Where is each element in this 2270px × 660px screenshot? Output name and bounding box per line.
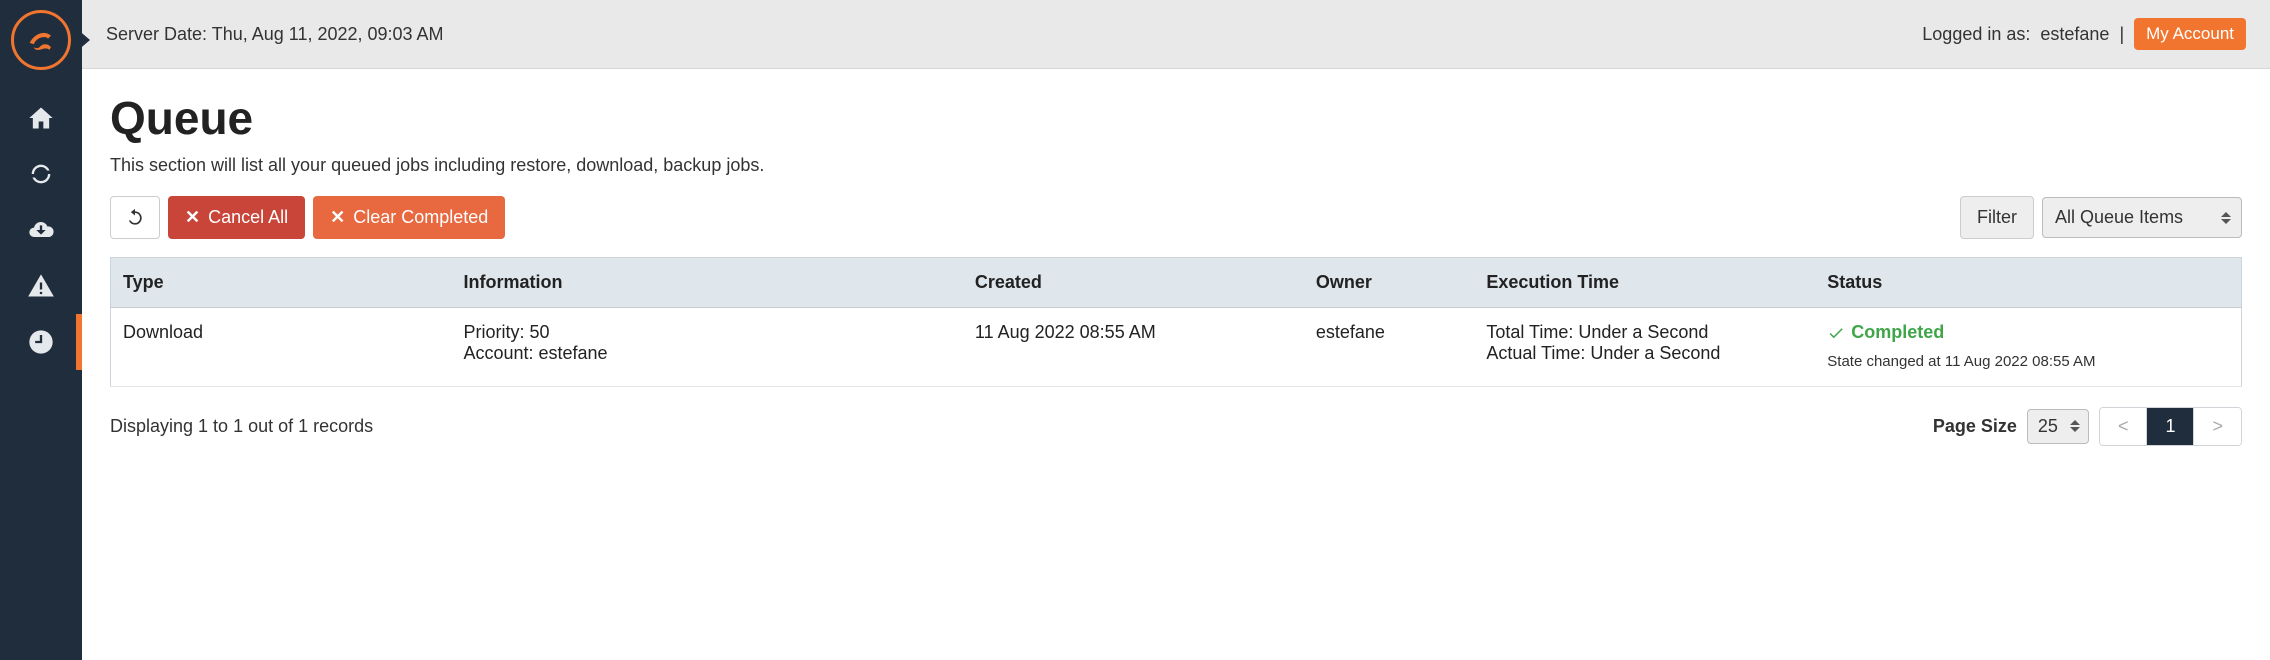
sidebar xyxy=(0,0,82,660)
alert-icon xyxy=(27,272,55,300)
server-date: Server Date: Thu, Aug 11, 2022, 09:03 AM xyxy=(106,24,444,45)
clear-completed-label: Clear Completed xyxy=(353,207,488,228)
topbar-right: Logged in as: estefane | My Account xyxy=(1922,18,2246,50)
records-summary: Displaying 1 to 1 out of 1 records xyxy=(110,416,373,437)
topbar: Server Date: Thu, Aug 11, 2022, 09:03 AM… xyxy=(82,0,2270,69)
sidebar-nav xyxy=(0,90,82,370)
home-icon xyxy=(27,104,55,132)
main: Server Date: Thu, Aug 11, 2022, 09:03 AM… xyxy=(82,0,2270,660)
cell-created: 11 Aug 2022 08:55 AM xyxy=(963,308,1304,387)
check-icon xyxy=(1827,324,1845,342)
app-logo[interactable] xyxy=(11,10,71,70)
logged-in-label: Logged in as: xyxy=(1922,24,2030,45)
footer: Displaying 1 to 1 out of 1 records Page … xyxy=(110,407,2242,446)
logo-pointer xyxy=(76,28,90,52)
cancel-all-label: Cancel All xyxy=(208,207,288,228)
reload-icon xyxy=(125,208,145,228)
pager: < 1 > xyxy=(2099,407,2242,446)
col-created: Created xyxy=(963,258,1304,308)
sidebar-item-queue[interactable] xyxy=(0,314,82,370)
toolbar-left: ✕ Cancel All ✕ Clear Completed xyxy=(110,196,505,239)
badger-icon xyxy=(24,23,58,57)
separator: | xyxy=(2119,24,2124,45)
exec-actual: Actual Time: Under a Second xyxy=(1486,343,1803,364)
sidebar-item-download[interactable] xyxy=(0,202,82,258)
page-size-label: Page Size xyxy=(1933,416,2017,437)
page-size-value: 25 xyxy=(2038,416,2058,436)
table-header-row: Type Information Created Owner Execution… xyxy=(111,258,2242,308)
status-label: Completed xyxy=(1851,322,1944,343)
exec-total: Total Time: Under a Second xyxy=(1486,322,1803,343)
sidebar-item-sync[interactable] xyxy=(0,146,82,202)
cell-owner: estefane xyxy=(1304,308,1474,387)
cell-type: Download xyxy=(111,308,452,387)
sidebar-item-home[interactable] xyxy=(0,90,82,146)
chevron-updown-icon xyxy=(2221,212,2231,224)
col-type: Type xyxy=(111,258,452,308)
filter-select-value: All Queue Items xyxy=(2055,207,2183,227)
page-subtitle: This section will list all your queued j… xyxy=(110,155,2242,176)
filter-select[interactable]: All Queue Items xyxy=(2042,197,2242,238)
refresh-icon xyxy=(27,160,55,188)
my-account-button[interactable]: My Account xyxy=(2134,18,2246,50)
page-size-select[interactable]: 25 xyxy=(2027,409,2089,444)
pager-prev[interactable]: < xyxy=(2100,408,2148,445)
status-sub: State changed at 11 Aug 2022 08:55 AM xyxy=(1827,351,2229,372)
refresh-button[interactable] xyxy=(110,196,160,239)
table-row: Download Priority: 50 Account: estefane … xyxy=(111,308,2242,387)
cell-status: Completed State changed at 11 Aug 2022 0… xyxy=(1815,308,2241,387)
col-information: Information xyxy=(451,258,962,308)
chevron-updown-icon xyxy=(2070,420,2080,432)
cell-execution: Total Time: Under a Second Actual Time: … xyxy=(1474,308,1815,387)
pager-current[interactable]: 1 xyxy=(2147,408,2194,445)
cancel-all-button[interactable]: ✕ Cancel All xyxy=(168,196,305,239)
info-priority: Priority: 50 xyxy=(463,322,950,343)
clock-icon xyxy=(27,328,55,356)
col-owner: Owner xyxy=(1304,258,1474,308)
col-execution-time: Execution Time xyxy=(1474,258,1815,308)
content: Queue This section will list all your qu… xyxy=(82,69,2270,468)
pager-next[interactable]: > xyxy=(2194,408,2241,445)
sidebar-item-alerts[interactable] xyxy=(0,258,82,314)
x-icon: ✕ xyxy=(185,207,200,228)
x-icon: ✕ xyxy=(330,207,345,228)
info-account: Account: estefane xyxy=(463,343,950,364)
toolbar: ✕ Cancel All ✕ Clear Completed Filter Al… xyxy=(110,196,2242,239)
queue-table: Type Information Created Owner Execution… xyxy=(110,257,2242,387)
logged-in-username: estefane xyxy=(2040,24,2109,45)
page-title: Queue xyxy=(110,91,2242,145)
status-badge: Completed xyxy=(1827,322,1944,343)
toolbar-right: Filter All Queue Items xyxy=(1960,196,2242,239)
footer-right: Page Size 25 < 1 > xyxy=(1933,407,2242,446)
cloud-download-icon xyxy=(27,216,55,244)
col-status: Status xyxy=(1815,258,2241,308)
filter-button[interactable]: Filter xyxy=(1960,196,2034,239)
clear-completed-button[interactable]: ✕ Clear Completed xyxy=(313,196,505,239)
cell-information: Priority: 50 Account: estefane xyxy=(451,308,962,387)
